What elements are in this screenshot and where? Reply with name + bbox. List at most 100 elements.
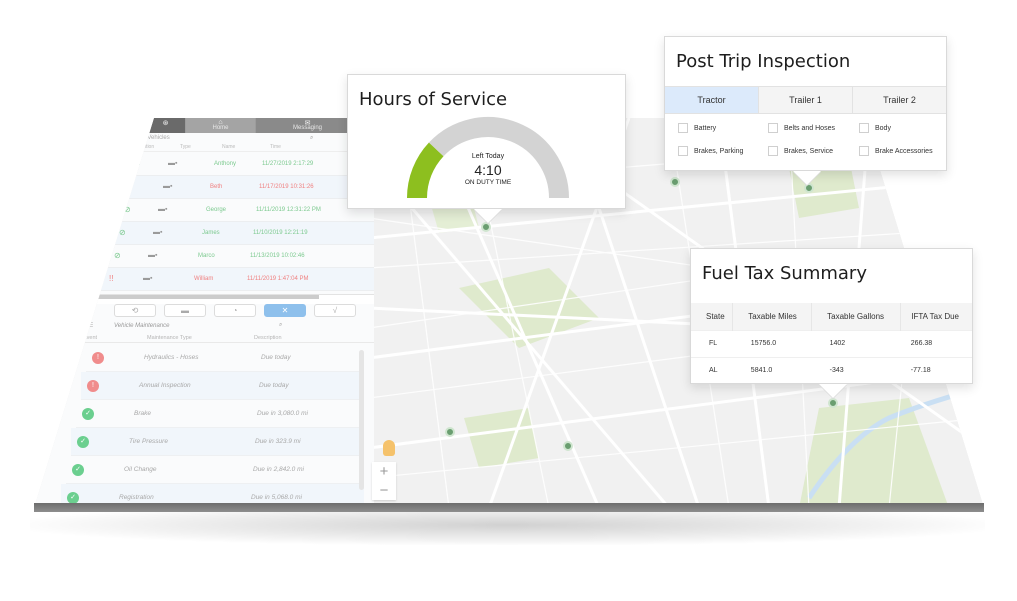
hours-of-service-card: Hours of Service Left Today 4:10 ON DUTY… [347, 74, 626, 223]
truck-icon: ▬▪ [168, 160, 178, 167]
col-type[interactable]: Type [180, 144, 191, 150]
nav-logo[interactable]: ⊛ [146, 118, 186, 133]
column-header[interactable]: State [691, 303, 734, 330]
tab-trailer-2[interactable]: Trailer 2 [853, 87, 946, 113]
fuel-tax-cell: 15756.0 [732, 329, 812, 357]
checkbox-label: Brake Accessories [875, 147, 933, 155]
pti-tabs: Tractor Trailer 1 Trailer 2 [665, 86, 946, 114]
map-pin[interactable] [670, 177, 680, 187]
card-tab-button[interactable]: ▬ [164, 304, 206, 317]
gauge-tab-button[interactable]: ◔ [214, 304, 256, 317]
menu-icon[interactable]: ☰ [134, 135, 139, 142]
zoom-in-button[interactable]: + [372, 462, 396, 481]
maintenance-row[interactable]: ! Annual Inspection Due today [81, 372, 364, 400]
checkbox[interactable] [768, 123, 778, 133]
checkbox-label: Brakes, Service [784, 147, 834, 155]
truck-icon: ▬▪ [158, 206, 168, 213]
vehicles-header: ☰ Vehicles ⌕ [134, 133, 374, 143]
warning-icon: ! [87, 380, 99, 392]
alert-icon: ! [129, 182, 132, 191]
maintenance-header: ☰ Vehicle Maintenance ⌕ [84, 321, 374, 333]
vehicle-row[interactable]: ⊘ ▬▪ George 11/11/2019 12:31:22 PM [112, 199, 374, 222]
vehicle-time: 11/17/2019 10:31:26 [259, 184, 314, 190]
col-ignition[interactable]: Ignition [138, 144, 154, 150]
vehicle-row[interactable]: ⊘ ▬▪ Anthony 11/27/2019 2:17:29 [122, 153, 374, 176]
inspection-checkbox[interactable]: Battery [678, 123, 716, 133]
col-time[interactable]: Time [270, 144, 281, 150]
hos-title: Hours of Service [359, 89, 508, 110]
col-event[interactable]: Event [83, 335, 97, 341]
maintenance-toolbar: ⟲ ▬ ◔ ✕ √ [94, 304, 374, 320]
check-icon: ✓ [72, 464, 84, 476]
vehicle-row[interactable]: !! ▬▪ William 11/11/2019 1:47:04 PM [97, 268, 374, 291]
card-icon: ▬ [181, 306, 189, 315]
warning-icon: ! [92, 352, 104, 364]
inspection-checkbox[interactable]: Brakes, Service [768, 146, 833, 156]
vehicle-driver-name: Beth [210, 184, 223, 190]
fuel-tax-cell: AL [691, 356, 733, 384]
tab-tractor[interactable]: Tractor [665, 87, 759, 113]
message-icon: ✉ [304, 120, 311, 127]
checkbox[interactable] [859, 123, 869, 133]
vehicle-row[interactable]: ⊘ ▬▪ James 11/10/2019 12:21:19 [107, 222, 374, 245]
menu-icon[interactable]: ☰ [88, 322, 93, 329]
map-pin-fuel[interactable] [828, 398, 838, 408]
truck-icon: ▬▪ [148, 252, 158, 259]
vehicle-time: 11/10/2019 12:21:19 [253, 230, 308, 236]
checkbox[interactable] [678, 123, 688, 133]
vehicle-row[interactable]: ⊘ ▬▪ Marco 11/13/2019 10:02:46 [102, 245, 374, 268]
inspection-checkbox[interactable]: Brakes, Parking [678, 146, 743, 156]
maintenance-row[interactable]: ✓ Oil Change Due in 2,842.0 mi [66, 456, 364, 484]
nav-home[interactable]: ⌂ Home [186, 118, 256, 133]
ignition-off-icon: ⊘ [114, 251, 121, 260]
col-maintenance-type[interactable]: Maintenance Type [147, 335, 192, 341]
checkbox[interactable] [768, 146, 778, 156]
maintenance-title: Vehicle Maintenance [114, 323, 170, 329]
map-pin-hos[interactable] [481, 222, 491, 232]
street-view-pegman-icon[interactable] [383, 440, 395, 456]
map-pin[interactable] [445, 427, 455, 437]
fuel-tax-row: AL 5841.0 -343 -77.18 [691, 356, 972, 384]
maintenance-type: Tire Pressure [129, 438, 168, 445]
tools-tab-button[interactable]: ✕ [264, 304, 306, 317]
route-icon: √ [332, 306, 338, 315]
truck-icon: ▬▪ [143, 275, 153, 282]
zoom-out-button[interactable]: − [372, 481, 396, 500]
panel-splitter[interactable] [94, 294, 374, 304]
tab-trailer-1[interactable]: Trailer 1 [759, 87, 853, 113]
inspection-checkbox[interactable]: Belts and Hoses [768, 123, 835, 133]
column-header[interactable]: IFTA Tax Due [900, 303, 972, 330]
maintenance-row[interactable]: ✓ Brake Due in 3,080.0 mi [76, 400, 364, 428]
col-name[interactable]: Name [222, 144, 235, 150]
inspection-checkbox[interactable]: Brake Accessories [859, 146, 933, 156]
vertical-scrollbar[interactable] [359, 350, 364, 490]
maintenance-type: Oil Change [124, 466, 157, 473]
fuel-tax-summary-card: Fuel Tax Summary State Taxable Miles Taxab… [690, 248, 973, 398]
history-icon: ⟲ [131, 306, 139, 315]
col-description[interactable]: Description [254, 335, 282, 341]
history-tab-button[interactable]: ⟲ [114, 304, 156, 317]
route-tab-button[interactable]: √ [314, 304, 356, 317]
checkbox[interactable] [678, 146, 688, 156]
maintenance-row[interactable]: ! Hydraulics - Hoses Due today [86, 344, 364, 372]
inspection-checkbox[interactable]: Body [859, 123, 891, 133]
horizontal-scrollbar[interactable] [94, 295, 319, 299]
vehicle-time: 11/11/2019 12:31:22 PM [256, 207, 321, 213]
maintenance-type: Hydraulics - Hoses [144, 354, 199, 361]
fts-callout-pointer [819, 384, 847, 398]
search-icon[interactable]: ⌕ [310, 135, 313, 142]
tools-icon: ✕ [281, 306, 289, 315]
column-header[interactable]: Taxable Gallons [811, 303, 902, 330]
maintenance-row[interactable]: ✓ Tire Pressure Due in 323.9 mi [71, 428, 364, 456]
map-pin[interactable] [563, 441, 573, 451]
vehicle-driver-name: Marco [198, 253, 215, 259]
search-icon[interactable]: ⌕ [279, 322, 282, 329]
column-header[interactable]: Taxable Miles [732, 303, 813, 330]
nav-messaging[interactable]: ✉ Messaging [256, 118, 360, 133]
vehicle-row[interactable]: ! ▬▪ Beth 11/17/2019 10:31:26 [117, 176, 374, 199]
maintenance-description: Due today [261, 354, 291, 361]
vehicle-driver-name: William [194, 276, 214, 282]
vehicle-driver-name: James [202, 230, 220, 236]
checkbox[interactable] [859, 146, 869, 156]
maintenance-type: Annual Inspection [139, 382, 191, 389]
